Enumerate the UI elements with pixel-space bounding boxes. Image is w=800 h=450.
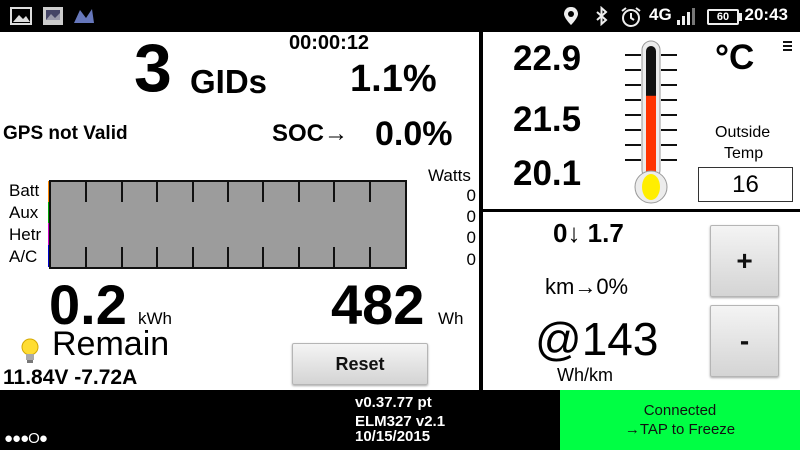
outside-temp-field[interactable]: 16	[698, 167, 793, 202]
efficiency-unit: Wh/km	[557, 365, 613, 385]
signal-icon	[677, 8, 695, 25]
temp-2: 21.5	[513, 100, 582, 139]
meter-tick	[262, 247, 264, 267]
regen-readout: 0↓ 1.7	[553, 218, 624, 248]
bottom-bar: ●●●O● v0.37.77 pt ELM327 v2.1 10/15/2015…	[0, 390, 800, 450]
gids-value: 3	[134, 30, 172, 106]
watts-aux: 0	[466, 207, 476, 226]
meter-label-hetr: Hetr	[9, 225, 42, 244]
power-meter	[49, 180, 407, 269]
bluetooth-icon	[596, 6, 608, 26]
meter-label-ac: A/C	[9, 247, 38, 266]
reset-button[interactable]: Reset	[292, 343, 428, 385]
meter-tick	[121, 247, 123, 267]
watts-batt: 0	[466, 186, 476, 205]
temp-3: 20.1	[513, 154, 582, 193]
meter-tick	[333, 247, 335, 267]
plus-button[interactable]: +	[710, 225, 779, 297]
efficiency-value: @143	[535, 313, 659, 365]
main-panel[interactable]: 3 GIDs 00:00:12 1.1% GPS not Valid SOC→ …	[0, 30, 479, 390]
remain-label: Remain	[52, 325, 170, 363]
meter-tick	[156, 247, 158, 267]
battery-level: 60	[716, 11, 730, 23]
voltage-current: 11.84V -7.72A	[3, 366, 138, 389]
gps-status: GPS not Valid	[3, 123, 128, 144]
meter-tick	[227, 247, 229, 267]
meter-tick	[192, 182, 194, 202]
meter-label-batt: Batt	[9, 181, 40, 200]
temp-1: 22.9	[513, 39, 582, 78]
battery-tip	[739, 13, 742, 21]
meter-tick	[298, 247, 300, 267]
photo-icon	[43, 7, 63, 25]
battery-icon: 60	[707, 9, 739, 25]
outside-label-line1: Outside	[715, 124, 771, 141]
meter-tick	[227, 182, 229, 202]
soc-label: SOC→	[272, 120, 349, 147]
page-dots: ●●●O●	[4, 430, 48, 447]
network-type: 4G	[649, 5, 672, 24]
gallery-icon	[10, 7, 32, 25]
meter-tick	[369, 247, 371, 267]
freeze-hint: →TAP to Freeze	[624, 421, 736, 438]
meter-tick	[333, 182, 335, 202]
app-icon	[74, 9, 94, 23]
connection-status: Connected	[643, 402, 717, 419]
outside-label-line2: Temp	[724, 145, 764, 162]
lightbulb-icon	[21, 338, 39, 363]
thermometer-icon	[625, 40, 677, 204]
location-icon	[564, 7, 578, 25]
meter-tick	[298, 182, 300, 202]
thermometer-fill	[646, 95, 656, 177]
temp-unit: °C	[715, 38, 755, 77]
km-readout: km→0%	[545, 274, 629, 299]
elapsed-timer: 00:00:12	[289, 32, 370, 54]
menu-icon[interactable]	[783, 40, 793, 52]
build-date: 10/15/2015	[355, 428, 431, 445]
meter-label-aux: Aux	[9, 203, 39, 222]
gids-unit: GIDs	[190, 63, 268, 100]
watts-hetr: 0	[466, 228, 476, 247]
gids-percent: 1.1%	[350, 58, 437, 100]
clock: 20:43	[744, 5, 788, 24]
watts-header: Watts	[428, 166, 471, 185]
efficiency-panel[interactable]: 0↓ 1.7 km→0% @143 Wh/km + -	[483, 212, 800, 390]
meter-tick	[156, 182, 158, 202]
meter-tick	[85, 182, 87, 202]
minus-button[interactable]: -	[710, 305, 779, 377]
temperature-panel[interactable]: 22.9 21.5 20.1 °C Outside Temp 16	[483, 32, 800, 209]
watts-values: 0 0 0 0	[440, 185, 476, 271]
status-bar: 4G 60 20:43	[0, 0, 800, 32]
meter-tick	[369, 182, 371, 202]
meter-tick	[192, 247, 194, 267]
meter-tick	[85, 247, 87, 267]
meter-labels: Batt Aux Hetr A/C	[9, 180, 49, 268]
meter-tick	[262, 182, 264, 202]
wh-unit: Wh	[438, 309, 464, 328]
wh-value: 482	[331, 273, 425, 336]
alarm-icon	[621, 7, 641, 27]
watts-ac: 0	[466, 250, 476, 269]
connection-status-button[interactable]: Connected →TAP to Freeze	[560, 390, 800, 450]
app-version: v0.37.77 pt	[355, 394, 432, 411]
meter-tick	[121, 182, 123, 202]
soc-value: 0.0%	[375, 115, 453, 153]
